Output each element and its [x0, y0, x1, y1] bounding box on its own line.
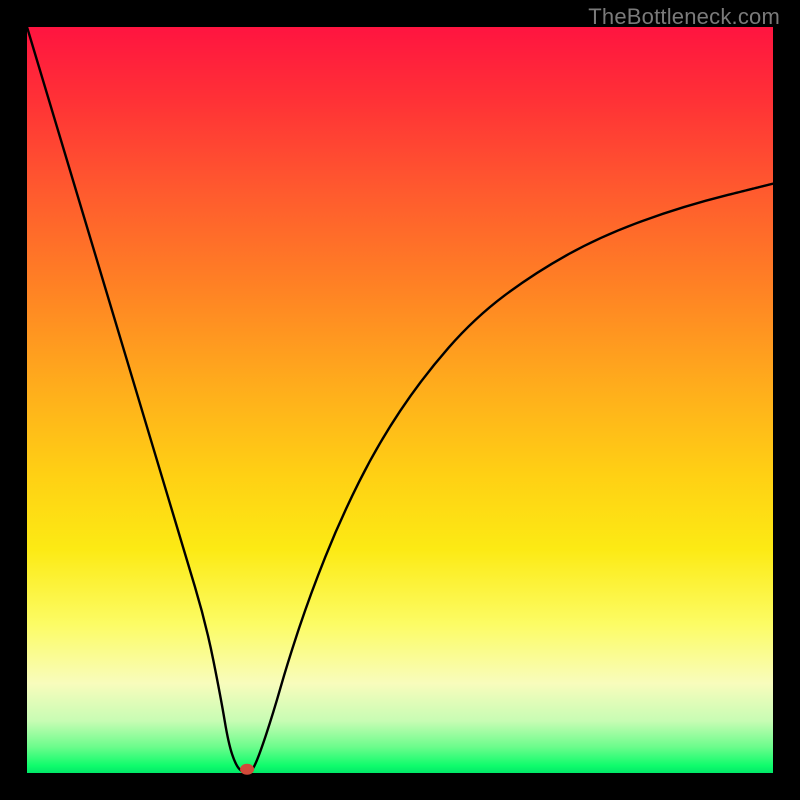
watermark-text: TheBottleneck.com	[588, 4, 780, 30]
bottleneck-curve	[27, 27, 773, 773]
chart-frame: TheBottleneck.com	[0, 0, 800, 800]
minimum-marker	[240, 764, 254, 775]
plot-area	[27, 27, 773, 773]
curve-path	[27, 27, 773, 773]
